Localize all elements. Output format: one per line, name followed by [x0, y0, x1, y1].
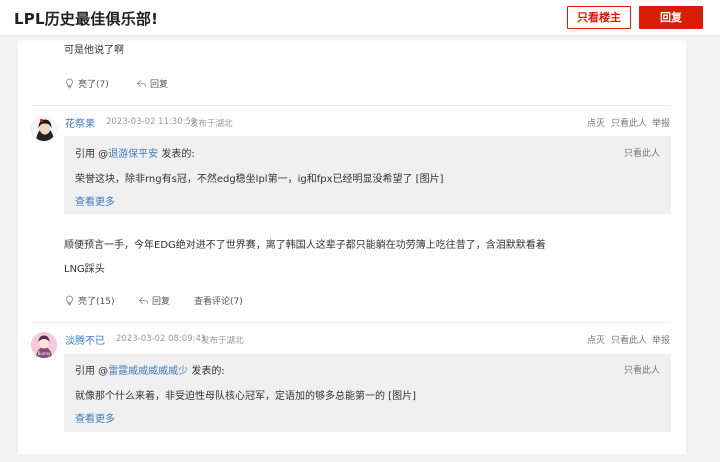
reply-label: 回复: [150, 80, 169, 90]
quote-only-this-link[interactable]: 只看此人: [624, 146, 660, 159]
reply-label: 回复: [152, 297, 171, 307]
reply-action[interactable]: 回复: [136, 77, 168, 90]
timestamp: 2023-03-02 08:09:41: [116, 334, 207, 344]
reply-arrow-icon: [138, 296, 149, 305]
only-this-user-link[interactable]: 只看此人: [611, 116, 647, 129]
only-op-button[interactable]: 只看楼主: [567, 6, 631, 29]
dislike-link[interactable]: 点灭: [587, 116, 605, 129]
quote-text: 荣誉这块，除非rng有s冠，不然edg稳坐lpl第一，ig和fpx已经明显没希望…: [75, 174, 444, 185]
timestamp: 2023-03-02 11:30:59: [106, 117, 197, 127]
quote-header: 引用 @退游保平安 发表的:: [75, 145, 195, 160]
view-more-link[interactable]: 查看更多: [75, 410, 115, 425]
svg-text:Bunny: Bunny: [38, 351, 51, 356]
lightbulb-icon: [66, 295, 73, 306]
quote-suffix: 发表的:: [158, 149, 195, 160]
quote-only-this-link[interactable]: 只看此人: [624, 363, 660, 376]
divider: [31, 322, 671, 323]
right-gutter: [686, 36, 720, 454]
reply-action[interactable]: 回复: [138, 294, 170, 307]
reply-button[interactable]: 回复: [639, 6, 703, 29]
location: 发布于湖北: [201, 336, 244, 346]
quote-prefix: 引用 @: [75, 366, 109, 377]
quote-user-link[interactable]: 雷霆威威威威威少: [108, 366, 188, 377]
avatar[interactable]: Bunny: [31, 332, 57, 358]
report-link[interactable]: 举报: [652, 116, 670, 129]
view-comments-label: 查看评论(7): [194, 297, 243, 307]
quote-header: 引用 @雷霆威威威威威少 发表的:: [75, 362, 225, 377]
like-count: 亮了(15): [78, 297, 115, 307]
quote-suffix: 发表的:: [188, 366, 225, 377]
quote-user-link[interactable]: 退游保平安: [108, 149, 158, 160]
reply-body-line: LNG踩头: [64, 264, 105, 275]
divider: [31, 105, 671, 106]
like-action[interactable]: 亮了(15): [64, 294, 114, 307]
reply-arrow-icon: [136, 79, 147, 88]
view-more-link[interactable]: 查看更多: [75, 193, 115, 208]
location: 发布于湖北: [190, 119, 233, 129]
avatar[interactable]: [31, 116, 57, 142]
top-bar: LPL历史最佳俱乐部! 只看楼主 回复: [0, 0, 720, 36]
post-text: 可是他说了啊: [64, 45, 124, 56]
reply-body-line: 顺便预言一手，今年EDG绝对进不了世界赛，离了韩国人这辈子都只能躺在功劳簿上吃往…: [64, 240, 546, 251]
view-comments-link[interactable]: 查看评论(7): [194, 294, 243, 307]
quote-prefix: 引用 @: [75, 149, 109, 160]
quote-text: 就像那个什么来着，非受迫性母队核心冠军，定语加的够多总能第一的 [图片]: [75, 391, 416, 402]
report-link[interactable]: 举报: [652, 333, 670, 346]
page-bottom: [0, 454, 720, 462]
like-count: 亮了(7): [78, 80, 109, 90]
username[interactable]: 花祭果: [65, 115, 95, 130]
only-this-user-link[interactable]: 只看此人: [611, 333, 647, 346]
lightbulb-icon: [66, 78, 73, 89]
page-title: LPL历史最佳俱乐部!: [14, 10, 159, 28]
dislike-link[interactable]: 点灭: [587, 333, 605, 346]
like-action[interactable]: 亮了(7): [64, 77, 109, 90]
username[interactable]: 淡腾不已: [65, 332, 105, 347]
